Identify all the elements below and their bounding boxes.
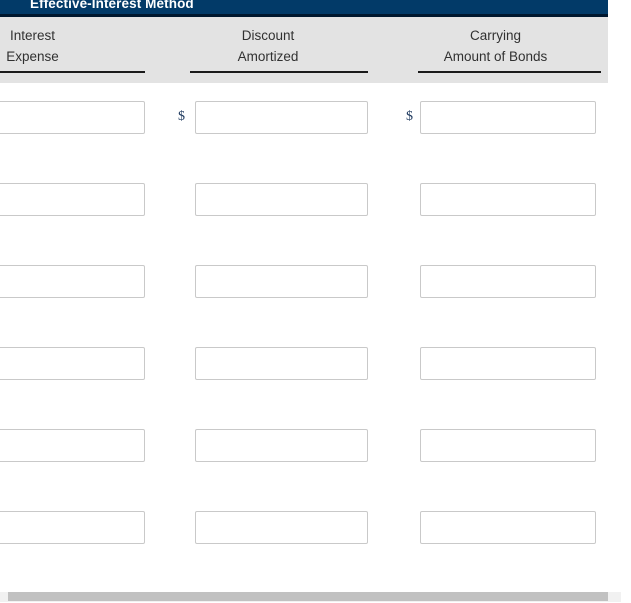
carrying-amount-input-2[interactable] bbox=[420, 183, 596, 216]
interest-expense-input-6[interactable] bbox=[0, 511, 145, 544]
horizontal-scrollbar[interactable] bbox=[0, 591, 631, 603]
table-cell-carrying-amount bbox=[420, 347, 596, 380]
interest-expense-input-1[interactable] bbox=[0, 101, 145, 134]
table-cell-carrying-amount bbox=[420, 511, 596, 544]
interest-expense-input-2[interactable] bbox=[0, 183, 145, 216]
discount-amortized-input-4[interactable] bbox=[195, 347, 368, 380]
column-header-line2: Expense bbox=[6, 49, 59, 64]
column-rule-carrying-amount bbox=[418, 71, 601, 73]
column-header-line2: Amount of Bonds bbox=[443, 49, 548, 64]
table-cell-interest-expense bbox=[0, 101, 145, 134]
discount-amortized-input-6[interactable] bbox=[195, 511, 368, 544]
table-cell-discount-amortized bbox=[195, 265, 368, 298]
table-cell-discount-amortized bbox=[195, 429, 368, 462]
interest-expense-input-5[interactable] bbox=[0, 429, 145, 462]
table-row: $ $ bbox=[0, 101, 608, 134]
discount-amortized-input-3[interactable] bbox=[195, 265, 368, 298]
table-header-row: Interest Expense Discount Amortized Carr… bbox=[0, 17, 608, 83]
column-header-line1: Interest bbox=[9, 28, 56, 43]
discount-amortized-input-1[interactable] bbox=[195, 101, 368, 134]
column-header-line1: Carrying bbox=[469, 28, 521, 43]
currency-symbol: $ bbox=[178, 109, 185, 124]
discount-amortized-input-2[interactable] bbox=[195, 183, 368, 216]
table-cell-interest-expense bbox=[0, 347, 145, 380]
table-row bbox=[0, 183, 608, 216]
table-scroll-viewport[interactable]: Effective-Interest Method Interest Expen… bbox=[0, 0, 631, 591]
table-cell-interest-expense bbox=[0, 265, 145, 298]
scrollbar-thumb[interactable] bbox=[8, 592, 608, 601]
interest-expense-input-3[interactable] bbox=[0, 265, 145, 298]
table-cell-carrying-amount bbox=[420, 265, 596, 298]
table-cell-interest-expense bbox=[0, 429, 145, 462]
table-cell-discount-amortized bbox=[195, 347, 368, 380]
amortization-table: Effective-Interest Method Interest Expen… bbox=[0, 0, 608, 591]
table-row bbox=[0, 429, 608, 462]
table-row bbox=[0, 265, 608, 298]
carrying-amount-input-4[interactable] bbox=[420, 347, 596, 380]
column-header-carrying-amount: Carrying Amount of Bonds bbox=[390, 25, 601, 67]
table-cell-carrying-amount bbox=[420, 429, 596, 462]
currency-symbol: $ bbox=[406, 109, 413, 124]
column-header-line1: Discount bbox=[241, 28, 295, 43]
column-header-interest-expense: Interest Expense bbox=[0, 25, 145, 67]
page-title: Effective-Interest Method bbox=[30, 0, 194, 11]
column-rule-interest-expense bbox=[0, 71, 145, 73]
carrying-amount-input-6[interactable] bbox=[420, 511, 596, 544]
carrying-amount-input-3[interactable] bbox=[420, 265, 596, 298]
table-cell-carrying-amount bbox=[420, 101, 596, 134]
table-body: $ $ bbox=[0, 83, 608, 591]
interest-expense-input-4[interactable] bbox=[0, 347, 145, 380]
carrying-amount-input-5[interactable] bbox=[420, 429, 596, 462]
column-header-line2: Amortized bbox=[237, 49, 299, 64]
table-row bbox=[0, 347, 608, 380]
panel-title-bar: Effective-Interest Method bbox=[0, 0, 608, 14]
table-cell-discount-amortized bbox=[195, 511, 368, 544]
table-cell-discount-amortized bbox=[195, 183, 368, 216]
table-cell-interest-expense bbox=[0, 183, 145, 216]
discount-amortized-input-5[interactable] bbox=[195, 429, 368, 462]
column-rule-discount-amortized bbox=[190, 71, 368, 73]
carrying-amount-input-1[interactable] bbox=[420, 101, 596, 134]
table-row bbox=[0, 511, 608, 544]
table-cell-carrying-amount bbox=[420, 183, 596, 216]
table-cell-interest-expense bbox=[0, 511, 145, 544]
column-header-discount-amortized: Discount Amortized bbox=[168, 25, 368, 67]
table-cell-discount-amortized bbox=[195, 101, 368, 134]
